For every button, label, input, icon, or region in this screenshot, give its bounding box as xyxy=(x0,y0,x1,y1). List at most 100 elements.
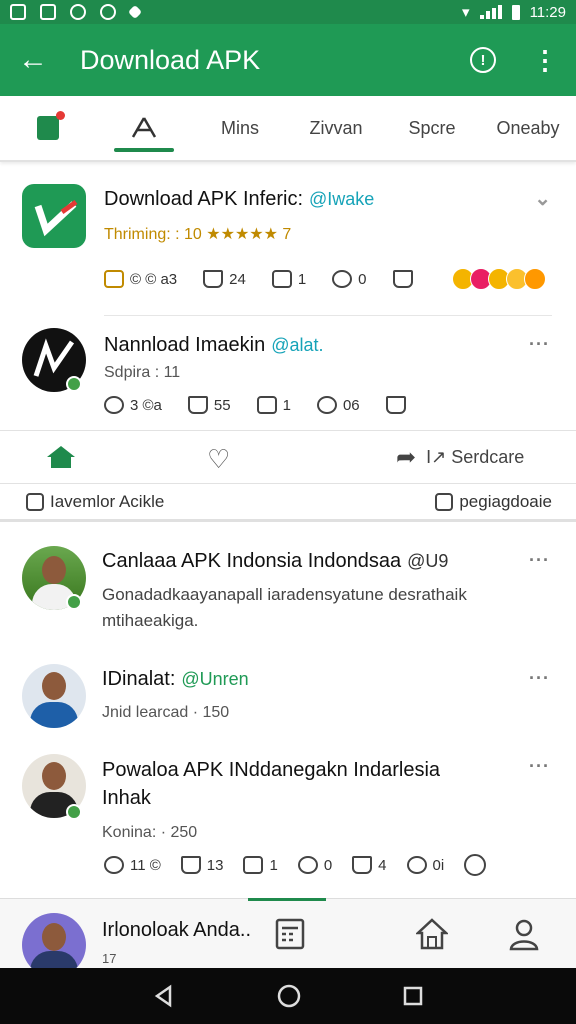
reaction-emojis[interactable] xyxy=(452,268,546,290)
feed-item: IDinalat: @Unren ··· Jnid learcad · 150 xyxy=(0,650,576,746)
home-icon[interactable] xyxy=(46,445,76,469)
heart-button[interactable]: 0 xyxy=(332,270,367,288)
post-title-text: IDinalat: xyxy=(102,668,176,690)
comment-icon xyxy=(104,396,124,414)
notification-icon xyxy=(127,4,143,20)
post-tag[interactable]: @U9 xyxy=(407,551,448,571)
left-link-label: Iavemlor Acikle xyxy=(50,492,165,511)
comment-count: 3 ©a xyxy=(130,396,162,414)
heart-icon xyxy=(332,270,353,288)
comment-button[interactable]: © © a3 xyxy=(104,270,177,288)
heart-count: 0 xyxy=(358,270,367,288)
tab-store[interactable] xyxy=(0,96,96,160)
rating-line: Thriming: : 10 ★★★★★ 7 xyxy=(104,226,292,243)
post-title[interactable]: Canlaaa APK Indonsia Indondsaa @U9 xyxy=(102,550,448,573)
share-arrow-icon: ➦ xyxy=(396,444,417,471)
app-logo[interactable] xyxy=(22,184,86,248)
comment-button[interactable]: 3 ©a xyxy=(104,396,162,414)
comment-count: © © a3 xyxy=(130,270,178,288)
recents-square-icon[interactable] xyxy=(402,985,424,1007)
heart-button[interactable]: 0 xyxy=(297,856,333,874)
post-title-text: Canlaaa APK Indonsia Indondsaa xyxy=(102,550,402,572)
wifi-icon: ▾ xyxy=(462,4,470,21)
nav-indicator xyxy=(248,898,326,901)
reply-count: 1 xyxy=(282,396,291,414)
notification-icon xyxy=(100,4,116,20)
reply-button[interactable]: 1 xyxy=(256,396,291,414)
post-body: Gonadadkaayanapall iaradensyatune desrat… xyxy=(102,585,467,630)
post-tag[interactable]: @Iwake xyxy=(309,189,374,209)
more-options-icon[interactable]: ··· xyxy=(529,756,550,777)
post-meta: Sdpira : 11 xyxy=(104,364,181,381)
tab-spcre[interactable]: Spcre xyxy=(384,96,480,160)
tab-zivvan[interactable]: Zivvan xyxy=(288,96,384,160)
home-circle-icon[interactable] xyxy=(276,983,302,1009)
like-button[interactable]: 24 xyxy=(203,270,246,288)
heart-icon xyxy=(297,856,318,874)
home-outline-icon[interactable] xyxy=(416,917,448,951)
reply-count: 1 xyxy=(297,270,307,288)
tab-home[interactable] xyxy=(96,96,192,160)
thumb-up-icon xyxy=(203,270,224,288)
upvote-button[interactable]: 4 xyxy=(352,856,387,874)
post-tag[interactable]: @alat. xyxy=(271,335,323,355)
right-link-label: pegiagdoaie xyxy=(459,492,552,511)
post-meta: Konina: · 250 xyxy=(102,824,198,841)
upvote-button[interactable] xyxy=(392,270,413,288)
feed-title[interactable]: Irlonoloak Anda.. xyxy=(102,919,251,942)
right-link[interactable]: pegiagdoaie xyxy=(435,492,552,512)
tab-mins[interactable]: Mins xyxy=(192,96,288,160)
thumb-icon xyxy=(385,396,406,414)
profile-icon[interactable] xyxy=(508,917,540,951)
post-tag[interactable]: @Unren xyxy=(181,669,248,689)
action-bar: 3 ©a 55 1 06 xyxy=(104,396,432,414)
left-link[interactable]: Iavemlor Acikle xyxy=(26,492,164,512)
house-outline-icon xyxy=(435,493,454,511)
system-nav-bar xyxy=(0,968,576,1024)
app-bar: ← Download APK ! ⋮ xyxy=(0,24,576,96)
download-arrow-icon xyxy=(34,199,78,237)
reply-button[interactable]: 1 xyxy=(243,856,278,874)
like-button[interactable]: 55 xyxy=(187,396,231,414)
calendar-icon[interactable] xyxy=(274,917,306,951)
feed-meta: 17 xyxy=(102,951,117,966)
post-title[interactable]: Powaloa APK INddanegakn Indarlesia Inhak xyxy=(102,756,492,812)
post-card: Download APK Inferic: @Iwake ⌄ Thriming: … xyxy=(0,164,576,314)
battery-icon xyxy=(511,4,520,20)
comment-icon xyxy=(104,270,124,288)
upvote-button[interactable] xyxy=(385,396,406,414)
reply-button[interactable]: 1 xyxy=(271,270,307,288)
chevron-down-icon[interactable]: ⌄ xyxy=(534,186,552,211)
more-options-icon[interactable]: ··· xyxy=(529,668,550,689)
favorite-button[interactable]: 0i xyxy=(406,856,444,874)
post-title[interactable]: Download APK Inferic: @Iwake xyxy=(104,188,374,211)
comment-button[interactable]: 11 © xyxy=(104,856,161,874)
like-count: 24 xyxy=(229,270,246,288)
heart-outline-icon[interactable]: ♡ xyxy=(207,444,230,475)
tab-oneaby[interactable]: Oneaby xyxy=(480,96,576,160)
heart-count: 06 xyxy=(342,396,360,414)
verified-badge-icon xyxy=(66,594,82,610)
info-icon[interactable]: ! xyxy=(470,47,496,73)
heart-button[interactable]: 06 xyxy=(316,396,360,414)
share-button[interactable]: ➦ I↗ Serdcare xyxy=(396,443,524,472)
house-outline-icon xyxy=(26,493,44,511)
post-title[interactable]: Nannload Imaekin @alat. xyxy=(104,334,324,357)
link-row: Iavemlor Acikle pegiagdoaie xyxy=(0,488,576,522)
heart-count: 0 xyxy=(323,856,333,874)
thumb-up-icon xyxy=(180,856,201,874)
like-button[interactable]: 13 xyxy=(180,856,223,874)
avatar[interactable] xyxy=(22,664,86,728)
like-count: 55 xyxy=(213,396,231,414)
more-options-icon[interactable]: ··· xyxy=(529,334,550,355)
back-arrow-icon[interactable]: ← xyxy=(18,43,58,77)
heart-icon xyxy=(406,856,427,874)
more-vert-icon[interactable]: ⋮ xyxy=(532,47,558,73)
post-title[interactable]: IDinalat: @Unren xyxy=(102,668,249,691)
notification-icon xyxy=(40,4,56,20)
back-triangle-icon[interactable] xyxy=(152,984,176,1008)
more-options-icon[interactable]: ··· xyxy=(529,550,550,571)
thumb-icon xyxy=(352,856,373,874)
expand-button[interactable] xyxy=(464,854,487,876)
feed-item: Canlaaa APK Indonsia Indondsaa @U9 ··· Go… xyxy=(0,528,576,646)
